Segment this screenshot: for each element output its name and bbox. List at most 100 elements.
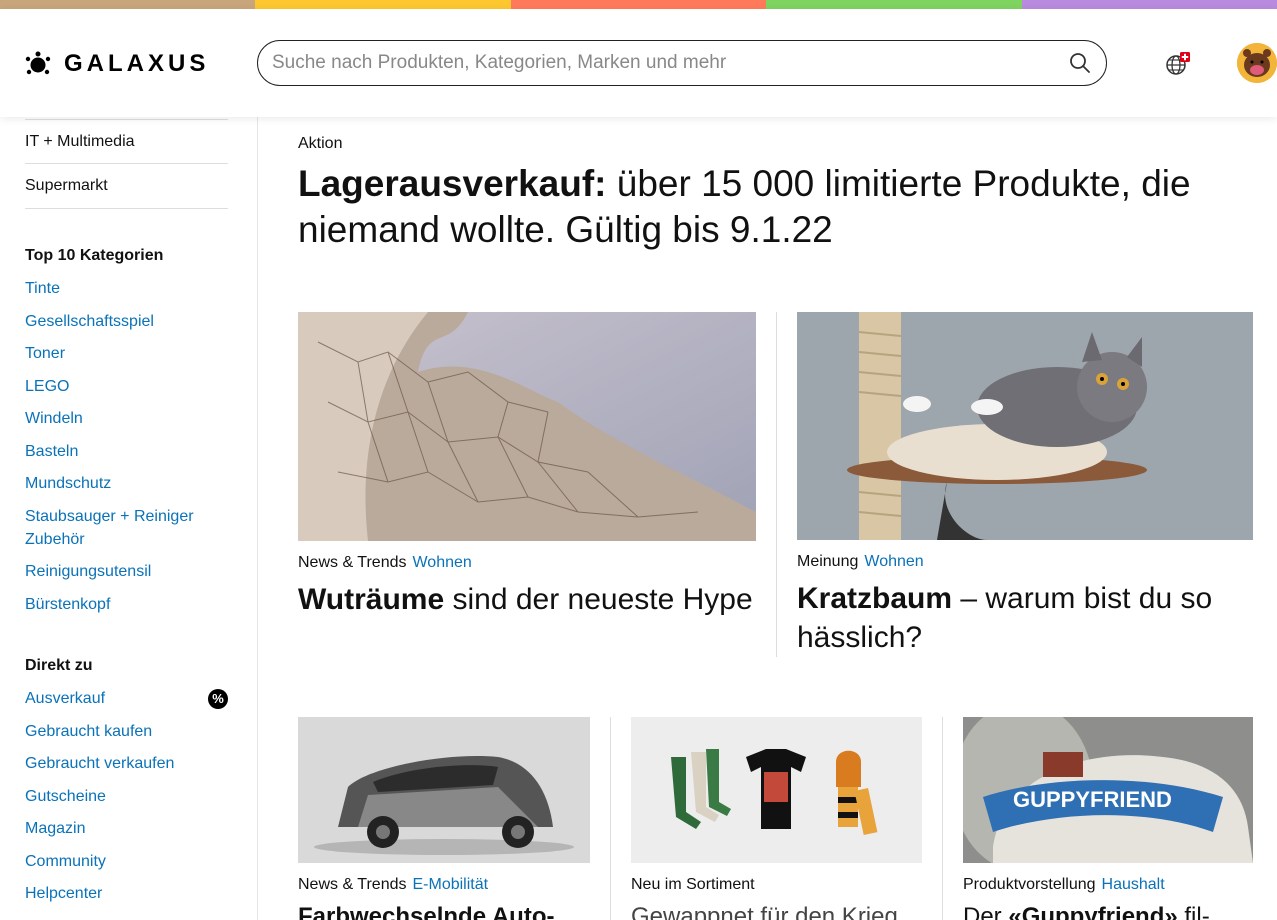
headline-bold: Lagerausverkauf:: [298, 163, 607, 204]
sidebar-link-tinte[interactable]: Tinte: [25, 277, 228, 300]
article-image-car: [298, 717, 590, 863]
article-type: Meinung: [797, 553, 859, 570]
article-card-kratzbaum[interactable]: Meinung Wohnen Kratzbaum – warum bist du …: [797, 312, 1253, 657]
search-bar[interactable]: [257, 40, 1107, 86]
article-image-guppyfriend: GUPPYFRIEND: [963, 717, 1253, 863]
card-divider: [610, 717, 611, 920]
sidebar-link-basteln[interactable]: Basteln: [25, 440, 228, 463]
galaxus-logo-icon: [25, 51, 51, 75]
article-image-merch: [631, 717, 922, 863]
sale-percent-icon: %: [208, 688, 228, 709]
brand-name: GALAXUS: [64, 50, 210, 77]
sidebar-link-buerstenkopf[interactable]: Bürstenkopf: [25, 593, 228, 616]
article-title: Der «Guppyfriend» fil-: [963, 902, 1253, 920]
promo-headline[interactable]: Lagerausverkauf: über 15 000 limitierte …: [298, 161, 1238, 253]
card-divider: [776, 312, 777, 657]
link-label: Magazin: [25, 820, 86, 837]
sidebar-link-magazin[interactable]: Magazin: [25, 817, 228, 840]
avatar-image: [1237, 43, 1277, 83]
sidebar-link-gesellschaftsspiel[interactable]: Gesellschaftsspiel: [25, 310, 228, 333]
link-label: Ausverkauf: [25, 690, 106, 707]
top10-heading: Top 10 Kategorien: [25, 247, 164, 264]
stripe-segment: [510, 0, 767, 9]
title-bold: Kratzbaum: [797, 582, 953, 615]
header: GALAXUS: [0, 9, 1277, 117]
article-meta: Meinung Wohnen: [797, 553, 1253, 571]
article-type: Produktvorstellung: [963, 876, 1096, 893]
stripe-segment: [0, 0, 256, 9]
title-rest: fil-: [1177, 903, 1210, 920]
promo-kicker: Aktion: [298, 135, 343, 152]
title-prefix: Der: [963, 903, 1009, 920]
link-label: Windeln: [25, 410, 83, 427]
article-category-link[interactable]: Wohnen: [864, 553, 923, 570]
article-category-link[interactable]: Haushalt: [1102, 876, 1165, 893]
sidebar-main-categories: IT + Multimedia Supermarkt: [25, 119, 228, 209]
link-label: Gebraucht verkaufen: [25, 755, 175, 772]
brand-color-stripe: [0, 0, 1277, 9]
article-meta: Produktvorstellung Haushalt: [963, 876, 1253, 894]
sidebar-link-reinigungsutensil[interactable]: Reinigungsutensil: [25, 560, 228, 583]
article-card-car[interactable]: News & Trends E-Mobilität Farbwechselnde …: [298, 717, 590, 920]
article-title: Gewappnet für den Krieg: [631, 902, 922, 920]
sidebar-link-helpcenter[interactable]: Helpcenter: [25, 882, 228, 905]
article-meta: News & Trends Wohnen: [298, 554, 756, 572]
link-label: Basteln: [25, 442, 79, 460]
article-category-link[interactable]: Wohnen: [412, 554, 471, 571]
sidebar-link-lego[interactable]: LEGO: [25, 375, 228, 398]
user-avatar[interactable]: [1237, 43, 1277, 83]
link-label: Staubsauger + Reiniger Zubehör: [25, 507, 194, 548]
sidebar-item-it-multimedia[interactable]: IT + Multimedia: [25, 119, 228, 164]
link-label: LEGO: [25, 377, 70, 395]
language-globe-icon[interactable]: [1164, 50, 1192, 78]
article-meta: News & Trends E-Mobilität: [298, 876, 590, 894]
sidebar-link-toner[interactable]: Toner: [25, 342, 228, 365]
article-meta: Neu im Sortiment: [631, 876, 922, 894]
article-card-guppyfriend[interactable]: GUPPYFRIEND Produktvorstellung Haushalt D…: [963, 717, 1253, 920]
sidebar-link-gebraucht-verkaufen[interactable]: Gebraucht verkaufen: [25, 752, 228, 775]
article-category-link[interactable]: E-Mobilität: [412, 876, 488, 893]
sidebar-link-windeln[interactable]: Windeln: [25, 407, 228, 430]
search-icon[interactable]: [1068, 51, 1092, 75]
title-bold: «Guppyfriend»: [1008, 903, 1178, 920]
article-card-merch[interactable]: Neu im Sortiment Gewappnet für den Krieg: [631, 717, 922, 920]
sidebar-link-gutscheine[interactable]: Gutscheine: [25, 785, 228, 808]
svg-text:GUPPYFRIEND: GUPPYFRIEND: [1013, 787, 1172, 812]
link-label: Mundschutz: [25, 475, 112, 492]
link-label: Community: [25, 852, 106, 870]
logo-link[interactable]: GALAXUS: [24, 50, 209, 78]
article-card-wutraeume[interactable]: News & Trends Wohnen Wuträume sind der ne…: [298, 312, 756, 619]
sidebar-link-ausverkauf[interactable]: Ausverkauf%: [25, 687, 228, 710]
article-type: Neu im Sortiment: [631, 876, 755, 893]
sidebar-link-mundschutz[interactable]: Mundschutz: [25, 472, 228, 495]
link-label: Toner: [25, 345, 66, 362]
article-type: News & Trends: [298, 554, 407, 571]
direct-list: Ausverkauf% Gebraucht kaufen Gebraucht v…: [25, 687, 228, 915]
sidebar-item-label: Supermarkt: [25, 177, 108, 194]
title-rest: Gewappnet für den Krieg: [631, 903, 898, 920]
article-type: News & Trends: [298, 876, 407, 893]
search-input[interactable]: [272, 52, 1068, 74]
stripe-segment: [766, 0, 1022, 9]
article-title: Kratzbaum – warum bist du so hässlich?: [797, 579, 1253, 657]
article-image-cat: [797, 312, 1253, 540]
link-label: Gebraucht kaufen: [25, 722, 153, 740]
title-rest: sind der neueste Hype: [444, 583, 753, 616]
title-bold: Wuträume: [298, 583, 445, 616]
sidebar-item-supermarkt[interactable]: Supermarkt: [25, 164, 228, 209]
sidebar-link-gebraucht-kaufen[interactable]: Gebraucht kaufen: [25, 720, 228, 743]
sidebar-link-community[interactable]: Community: [25, 850, 228, 873]
sidebar-item-label: IT + Multimedia: [25, 132, 135, 150]
sidebar-link-staubsauger[interactable]: Staubsauger + Reiniger Zubehör: [25, 505, 210, 551]
link-label: Tinte: [25, 280, 60, 297]
link-label: Reinigungsutensil: [25, 563, 152, 580]
article-title: Farbwechselnde Auto-: [298, 902, 590, 920]
link-label: Gesellschaftsspiel: [25, 312, 154, 330]
link-label: Bürstenkopf: [25, 595, 111, 613]
stripe-segment: [255, 0, 511, 9]
card-divider: [942, 717, 943, 920]
direct-heading: Direkt zu: [25, 657, 93, 674]
article-image-cracked-bowl: [298, 312, 756, 541]
stripe-segment: [1021, 0, 1277, 9]
article-title: Wuträume sind der neueste Hype: [298, 580, 756, 619]
